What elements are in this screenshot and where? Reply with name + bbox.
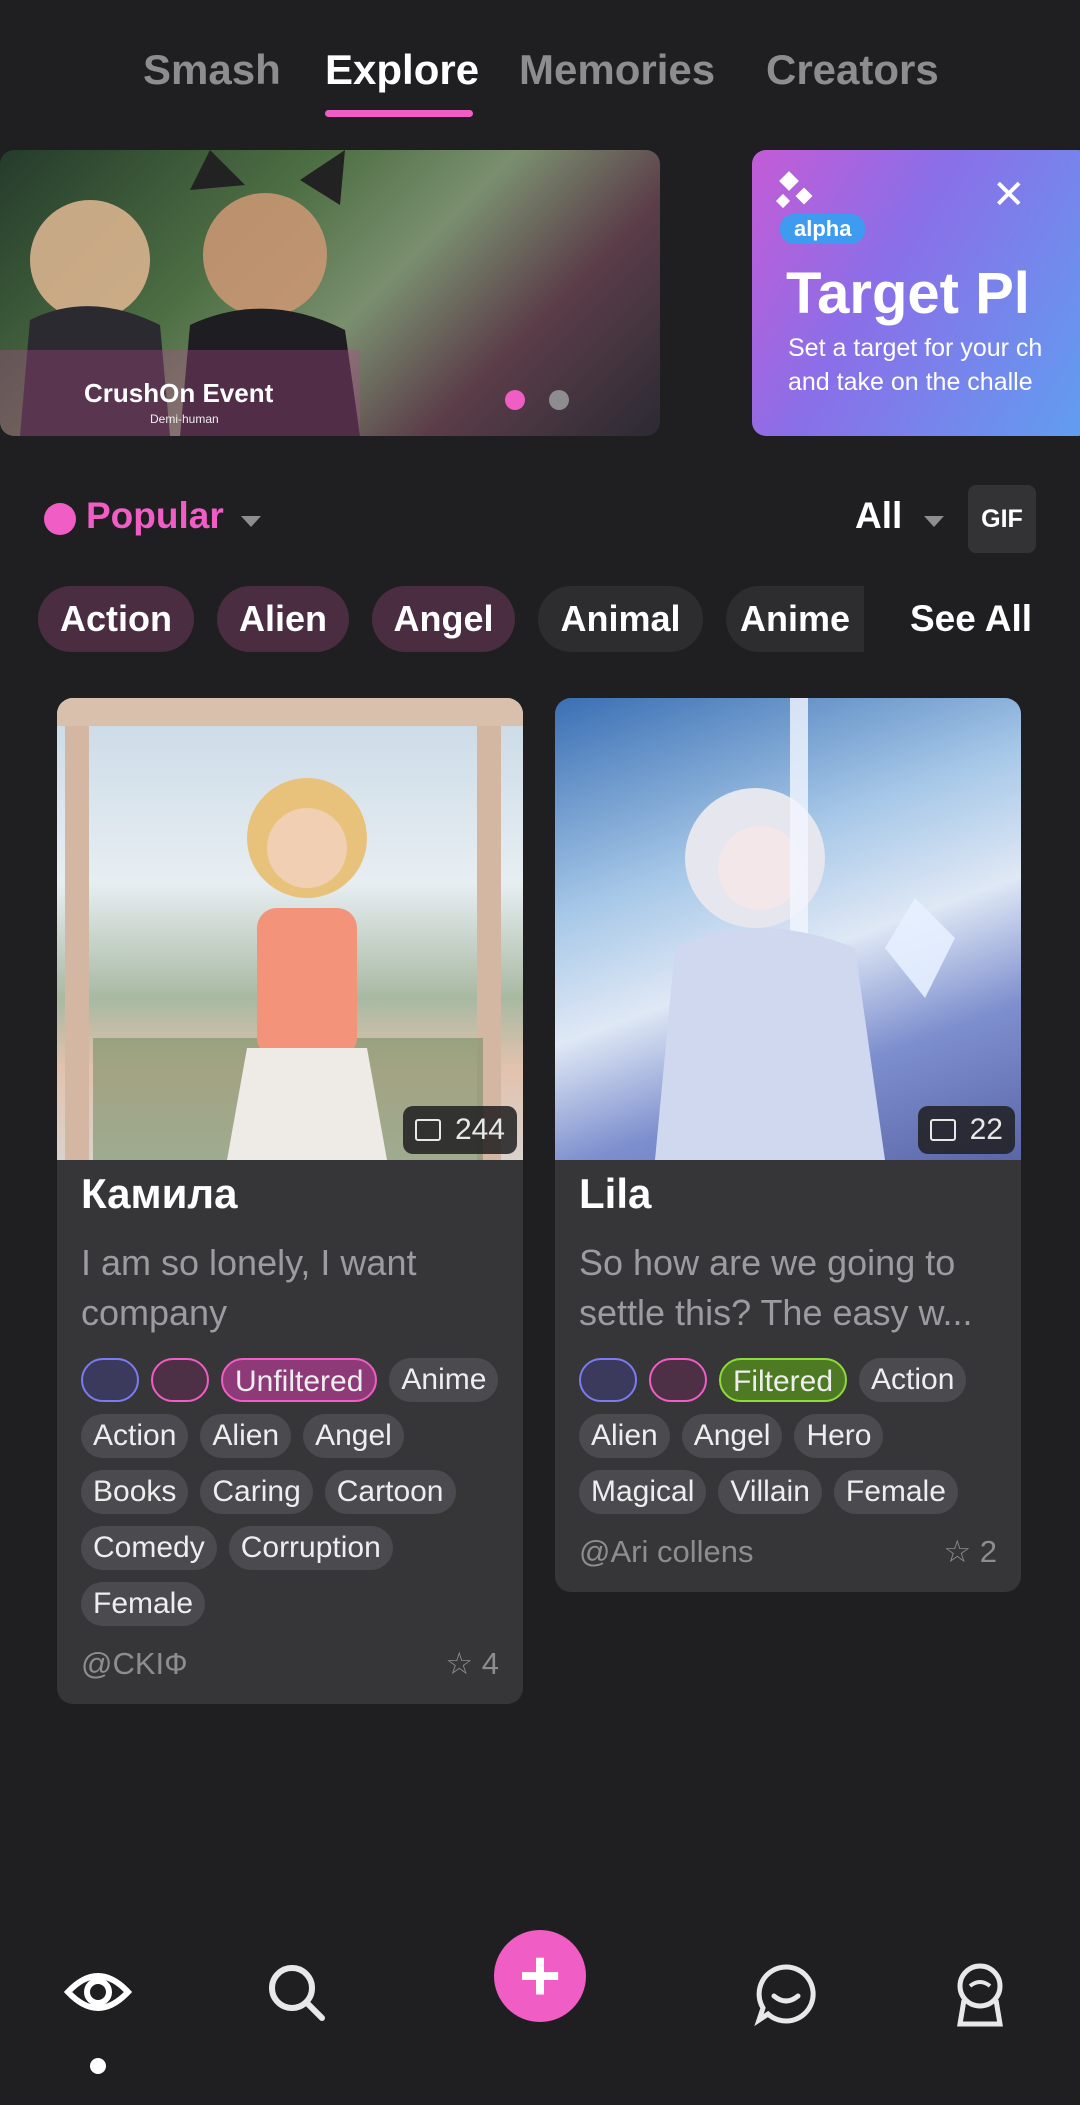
- character-description: I am so lonely, I want company: [81, 1242, 417, 1333]
- chat-bubble-icon: [414, 1119, 441, 1141]
- tag-list: Unfiltered Anime Action Alien Angel Book…: [81, 1358, 505, 1626]
- tag[interactable]: Alien: [200, 1414, 292, 1458]
- banner-pagination: [505, 390, 593, 415]
- character-name: Lila: [579, 1170, 652, 1217]
- rating-badge: Filtered: [719, 1358, 848, 1402]
- tag[interactable]: Action: [859, 1358, 967, 1402]
- chip-alien[interactable]: Alien: [217, 586, 349, 652]
- creator-handle[interactable]: @Ari collens: [579, 1534, 753, 1570]
- scope-dropdown[interactable]: All: [855, 495, 902, 537]
- see-all-button[interactable]: See All: [910, 598, 1032, 640]
- promo-line-2: and take on the challe: [788, 368, 1033, 396]
- creator-handle[interactable]: @CKIФ: [81, 1646, 188, 1682]
- tag[interactable]: Action: [81, 1414, 189, 1458]
- tag[interactable]: Female: [833, 1470, 958, 1514]
- chip-anime[interactable]: Anime: [726, 586, 864, 652]
- tag[interactable]: Magical: [579, 1470, 707, 1514]
- search-icon[interactable]: [266, 1962, 328, 2024]
- eye-icon[interactable]: [64, 1962, 132, 2022]
- chat-bubble-icon: [929, 1119, 956, 1141]
- banner-subtitle: Demi-human: [150, 412, 219, 426]
- pagination-dot-active[interactable]: [505, 390, 525, 410]
- character-image: 22: [555, 698, 1021, 1160]
- target-icon: [81, 1358, 139, 1402]
- message-count-badge: 22: [917, 1106, 1015, 1154]
- star-icon: ☆: [943, 1534, 972, 1569]
- character-description: So how are we going to settle this? The …: [579, 1242, 973, 1333]
- active-nav-indicator: [90, 2058, 106, 2074]
- tab-smash[interactable]: Smash: [143, 46, 281, 94]
- filter-bar: Popular All GIF: [0, 485, 1080, 555]
- active-tab-indicator: [325, 110, 473, 117]
- star-rating[interactable]: ☆ 4: [445, 1646, 499, 1682]
- tag[interactable]: Villain: [718, 1470, 822, 1514]
- smiley-icon: [44, 503, 76, 535]
- chevron-down-icon[interactable]: [241, 516, 261, 527]
- tag-list: Filtered Action Alien Angel Hero Magical…: [579, 1358, 1003, 1514]
- promo-title: Target Pl: [786, 261, 1030, 326]
- tag[interactable]: Caring: [200, 1470, 313, 1514]
- create-button[interactable]: +: [494, 1930, 586, 2022]
- card-footer: @CKIФ ☆ 4: [81, 1646, 499, 1682]
- character-illustration: [57, 698, 523, 1160]
- top-tab-bar: Smash Explore Memories Creators: [0, 40, 1080, 120]
- rating-badge: Unfiltered: [221, 1358, 378, 1402]
- promo-line-1: Set a target for your ch: [788, 334, 1043, 362]
- target-icon: [579, 1358, 637, 1402]
- tag[interactable]: Corruption: [228, 1526, 393, 1570]
- tag[interactable]: Comedy: [81, 1526, 217, 1570]
- banner-title: CrushOn Event: [84, 378, 274, 408]
- chat-icon[interactable]: [754, 1962, 818, 2026]
- tag[interactable]: Angel: [303, 1414, 404, 1458]
- alpha-badge: alpha: [780, 214, 866, 244]
- image-icon: [649, 1358, 707, 1402]
- tag[interactable]: Alien: [579, 1414, 670, 1458]
- close-icon[interactable]: ✕: [992, 172, 1026, 218]
- tag[interactable]: Female: [81, 1582, 206, 1626]
- star-icon: ☆: [445, 1646, 474, 1681]
- promo-banner[interactable]: ✕ alpha Target Pl Set a target for your …: [752, 150, 1080, 436]
- tag[interactable]: Anime: [389, 1358, 499, 1402]
- tab-creators[interactable]: Creators: [766, 46, 939, 94]
- chip-action[interactable]: Action: [38, 586, 194, 652]
- star-count: 4: [481, 1646, 499, 1681]
- tag[interactable]: Angel: [681, 1414, 783, 1458]
- gif-toggle-button[interactable]: GIF: [968, 485, 1036, 553]
- chip-angel[interactable]: Angel: [372, 586, 515, 652]
- character-illustration: [655, 698, 955, 1160]
- message-count-badge: 244: [402, 1106, 517, 1154]
- tab-explore[interactable]: Explore: [325, 46, 479, 94]
- character-card[interactable]: 244 Камила I am so lonely, I want compan…: [57, 698, 523, 1704]
- message-count: 244: [454, 1113, 505, 1146]
- image-icon: [151, 1358, 209, 1402]
- star-rating[interactable]: ☆ 2: [943, 1534, 997, 1570]
- character-image: 244: [57, 698, 523, 1160]
- chip-animal[interactable]: Animal: [538, 586, 703, 652]
- chevron-down-icon[interactable]: [924, 516, 944, 527]
- message-count: 22: [969, 1113, 1003, 1146]
- tab-memories[interactable]: Memories: [519, 46, 715, 94]
- tag[interactable]: Hero: [794, 1414, 884, 1458]
- profile-icon[interactable]: [950, 1960, 1010, 2028]
- pagination-dot[interactable]: [549, 390, 569, 410]
- tag[interactable]: Cartoon: [324, 1470, 456, 1514]
- character-card[interactable]: 22 Lila So how are we going to settle th…: [555, 698, 1021, 1592]
- character-name: Камила: [81, 1170, 238, 1217]
- tag[interactable]: Books: [81, 1470, 189, 1514]
- bottom-nav: +: [0, 1930, 1080, 2100]
- star-count: 2: [979, 1534, 997, 1569]
- sort-dropdown[interactable]: Popular: [86, 495, 224, 537]
- card-footer: @Ari collens ☆ 2: [579, 1534, 997, 1570]
